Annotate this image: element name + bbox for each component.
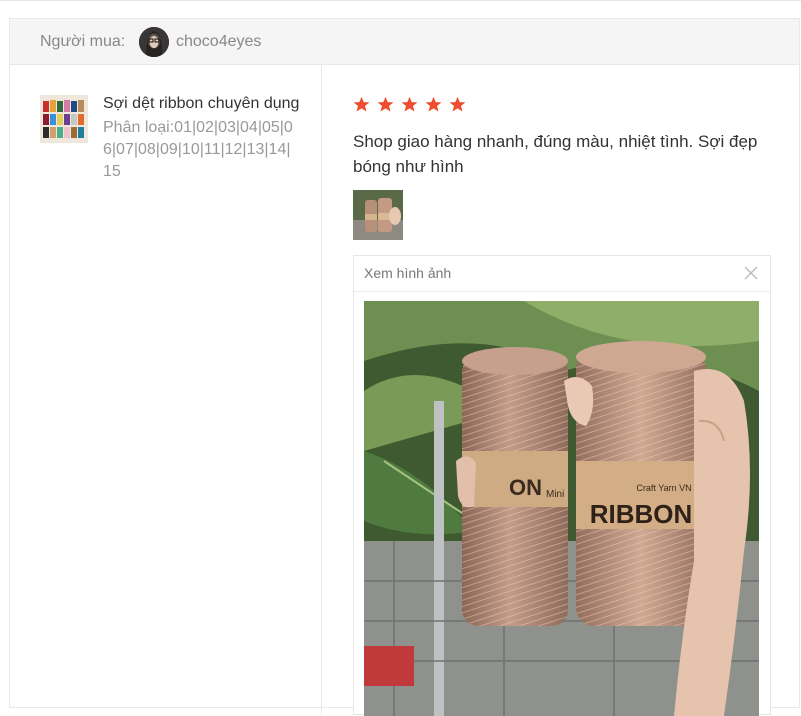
right-spool-brand: Craft Yarn VN	[636, 483, 691, 493]
product-variant: Phân loại:01|02|03|04|05|06|07|08|09|10|…	[103, 119, 293, 180]
top-border	[0, 0, 801, 1]
image-viewer-title: Xem hình ảnh	[364, 265, 452, 281]
review-text: Shop giao hàng nhanh, đúng màu, nhiệt tì…	[353, 132, 758, 176]
star-icon	[449, 96, 466, 112]
product-title[interactable]: Sợi dệt ribbon chuyên dụng	[103, 95, 303, 113]
product-thumbnail[interactable]	[40, 95, 88, 143]
right-spool-label: RIBBON	[590, 499, 693, 529]
review-photo-thumbnail[interactable]	[353, 190, 403, 240]
buyer-name[interactable]: choco4eyes	[176, 33, 261, 51]
star-icon	[425, 96, 442, 112]
left-spool-sublabel: Mini	[546, 489, 564, 500]
image-viewer: Xem hình ảnh ON Mini Craft Yarn VN RIBBO…	[353, 255, 771, 716]
column-divider	[321, 65, 322, 715]
viewer-divider	[354, 291, 770, 292]
left-spool-label: ON	[509, 475, 542, 500]
star-icon	[377, 96, 394, 112]
review-header: Người mua: choco4eyes	[10, 19, 799, 65]
buyer-label: Người mua:	[40, 33, 126, 50]
review-card: Người mua: choco4eyes Sợi dệt ribbon chu…	[9, 18, 800, 716]
rating-stars	[353, 96, 466, 113]
star-icon	[401, 96, 418, 112]
star-icon	[353, 96, 370, 112]
close-icon[interactable]	[742, 264, 760, 282]
review-photo: ON Mini Craft Yarn VN RIBBON	[364, 301, 759, 716]
buyer-avatar[interactable]	[139, 27, 169, 57]
